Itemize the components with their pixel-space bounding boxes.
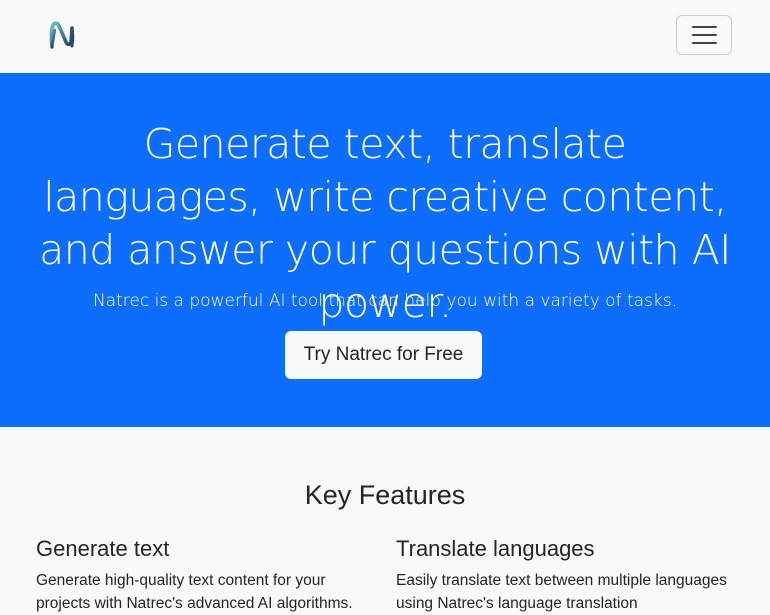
feature-description: Easily translate text between multiple l… bbox=[396, 572, 727, 612]
feature-description: Generate high-quality text content for y… bbox=[36, 572, 353, 612]
feature-card-generate-text: Generate text Generate high-quality text… bbox=[36, 534, 376, 615]
natrec-n-logo-icon bbox=[49, 21, 75, 49]
feature-title: Translate languages bbox=[396, 536, 595, 561]
feature-title: Generate text bbox=[36, 536, 170, 561]
menu-toggle-button[interactable] bbox=[676, 15, 732, 55]
try-natrec-button[interactable]: Try Natrec for Free bbox=[285, 331, 482, 379]
feature-card-translate-languages: Translate languages Easily translate tex… bbox=[396, 534, 736, 615]
navbar bbox=[0, 0, 770, 73]
hero-lead: Natrec is a powerful AI tool that can he… bbox=[92, 291, 678, 311]
brand-logo-icon[interactable] bbox=[47, 20, 77, 50]
hamburger-menu-icon bbox=[691, 34, 717, 36]
hero-section: Generate text, translate languages, writ… bbox=[0, 73, 770, 427]
hamburger-menu-icon bbox=[691, 42, 717, 44]
hamburger-menu-icon bbox=[691, 26, 717, 28]
features-title: Key Features bbox=[304, 480, 466, 510]
